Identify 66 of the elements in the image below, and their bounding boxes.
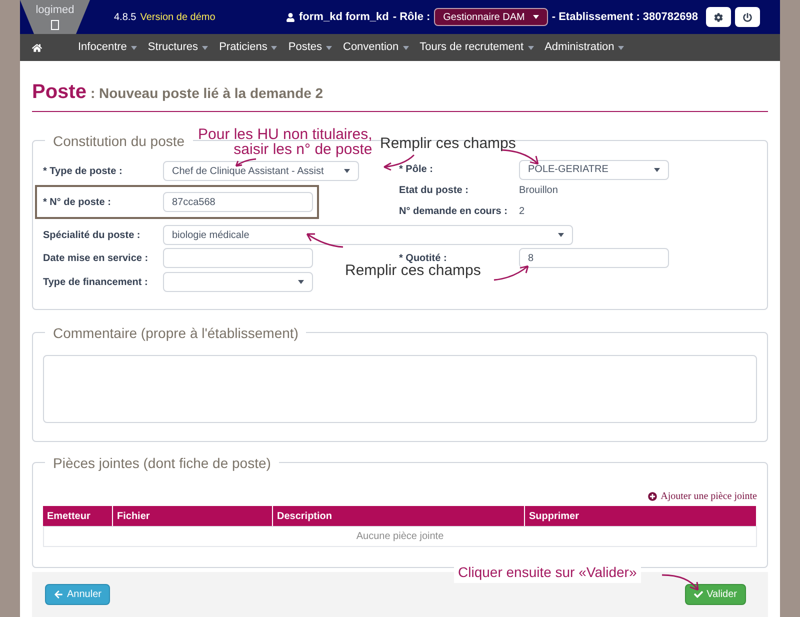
input-field[interactable]: 87cca568 [163, 192, 313, 212]
field-label: Spécialité du poste : [43, 228, 142, 242]
field-label: Type de financement : [43, 276, 149, 290]
arrow-left-icon [54, 590, 63, 599]
caret-icon [298, 280, 304, 284]
annotation-arrow [660, 572, 700, 592]
caret-icon [130, 46, 137, 50]
nav-menu-item[interactable]: Convention [343, 39, 409, 56]
nav-menu-item[interactable]: Administration [544, 39, 624, 56]
version-text: 4.8.5 [114, 10, 136, 24]
nav-menu-item[interactable]: Praticiens [219, 39, 278, 56]
caret-icon [402, 46, 409, 50]
logo-text: logimed [36, 3, 74, 18]
field-label: * Type de poste : [43, 164, 124, 178]
select-field[interactable]: POLE-GERIATRE [519, 160, 669, 180]
role-label: - Rôle : [392, 10, 430, 25]
nav-menu-item[interactable]: Tours de recrutement [420, 39, 534, 56]
caret-icon [202, 46, 208, 50]
page-subtitle: : Nouveau poste lié à la demande 2 [90, 84, 324, 103]
caret-icon [528, 46, 534, 50]
field-label: * Quotité : [399, 252, 448, 264]
document-icon [51, 20, 59, 30]
edition-text: Version de démo [140, 10, 216, 24]
nav-menu-item[interactable]: Postes [288, 39, 332, 56]
input-field[interactable]: 8 [519, 248, 669, 268]
annotation-arrow [234, 158, 258, 167]
annotation-text: Pour les HU non titulaires, saisir les n° de poste [198, 127, 372, 157]
gear-icon [714, 12, 723, 22]
user-name: form_kd form_kd [299, 10, 389, 25]
role-select[interactable]: Gestionnaire DAM [434, 8, 548, 26]
empty-table-text: Aucune pièce jointe [356, 530, 444, 544]
caret-icon [654, 168, 660, 172]
page-title: Poste [32, 80, 86, 105]
field-value: 2 [519, 205, 525, 219]
select-field[interactable] [163, 272, 313, 292]
nav-menu-item[interactable]: Structures [148, 39, 208, 56]
column-header: Fichier [113, 506, 273, 526]
caret-icon [558, 233, 564, 237]
field-label: N° demande en cours : [399, 205, 508, 219]
logout-button[interactable] [735, 7, 760, 27]
power-icon [743, 12, 752, 22]
column-header: Description [273, 506, 525, 526]
annotation-text: Remplir ces champs [380, 134, 516, 154]
add-attachment-link[interactable]: Ajouter une pièce jointe [648, 489, 757, 504]
select-field[interactable]: biologie médicale [163, 225, 573, 245]
field-label: * Pôle : [399, 163, 434, 177]
field-value: Brouillon [519, 184, 558, 198]
establishment-text: - Etablissement : 380782698 [552, 10, 698, 25]
column-header: Emetteur [43, 506, 113, 526]
nav-menu-item[interactable]: Infocentre [78, 39, 137, 56]
input-field[interactable] [163, 248, 313, 268]
settings-button[interactable] [706, 7, 731, 27]
caret-icon [618, 46, 624, 50]
check-icon [694, 590, 703, 599]
annotation-text: Remplir ces champs [345, 262, 481, 281]
field-label: Etat du poste : [399, 184, 470, 198]
field-label: * N° de poste : [43, 196, 112, 210]
column-header: Supprimer [525, 506, 757, 526]
select-field[interactable]: Chef de Clinique Assistant - Assist [163, 161, 359, 181]
caret-icon [532, 15, 539, 19]
home-icon[interactable] [32, 42, 42, 52]
caret-icon [326, 46, 332, 50]
field-label: Date mise en service : [43, 252, 150, 266]
caret-icon [271, 46, 278, 50]
caret-icon [344, 169, 350, 173]
user-icon [286, 12, 296, 22]
